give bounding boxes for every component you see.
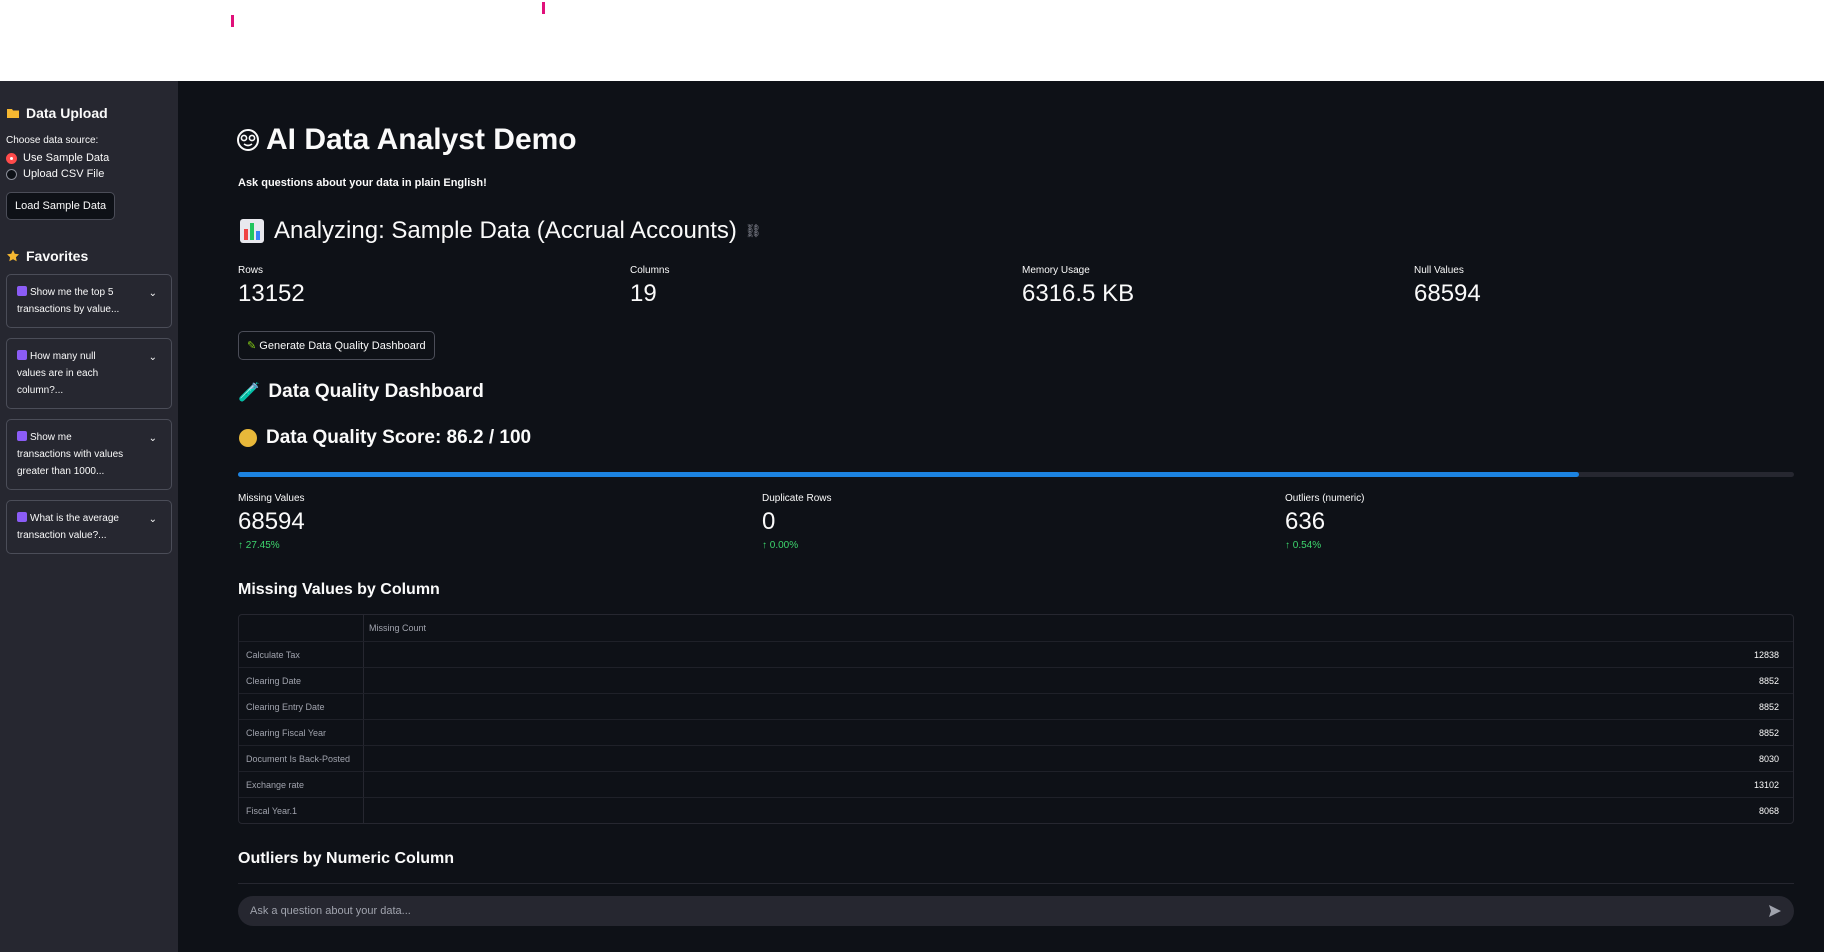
dq-score-header: Data Quality Score: 86.2 / 100 (238, 427, 531, 449)
table-row[interactable]: Clearing Entry Date 8852 (239, 693, 1793, 719)
chevron-down-icon[interactable]: ⌄ (149, 285, 157, 302)
sidebar: Data Upload Choose data source: Use Samp… (0, 81, 178, 952)
main-content: AI Data Analyst Demo Ask questions about… (178, 81, 1824, 952)
metric-columns: Columns 19 (630, 265, 670, 307)
metric-outliers: Outliers (numeric) 636 ↑ 0.54% (1285, 493, 1365, 551)
chevron-down-icon[interactable]: ⌄ (149, 511, 157, 528)
link-icon[interactable]: ⛓ (745, 223, 762, 239)
metric-rows: Rows 13152 (238, 265, 305, 307)
chat-input[interactable]: Ask a question about your data... (238, 896, 1794, 926)
dq-score-progress-bar (238, 472, 1794, 477)
column-header[interactable]: Missing Count (364, 623, 1793, 633)
data-upload-header: Data Upload (6, 105, 172, 121)
analyzing-header: Analyzing: Sample Data (Accrual Accounts… (238, 217, 761, 245)
radio-button[interactable] (6, 168, 17, 180)
folder-icon (7, 109, 19, 118)
disk-icon (17, 431, 27, 441)
metric-duplicate-rows: Duplicate Rows 0 ↑ 0.00% (762, 493, 832, 551)
generate-dashboard-button[interactable]: ✎ Generate Data Quality Dashboard (238, 331, 435, 360)
send-icon[interactable] (1768, 904, 1782, 918)
pencil-icon: ✎ (247, 340, 257, 352)
missing-values-table[interactable]: Missing Count Calculate Tax 12838 Cleari… (238, 614, 1794, 824)
missing-values-header: Missing Values by Column (238, 581, 440, 598)
table-row[interactable]: Fiscal Year.1 8068 (239, 797, 1793, 823)
radio-upload-csv[interactable]: Upload CSV File (6, 168, 172, 180)
divider (238, 883, 1794, 884)
progress-fill (238, 472, 1580, 477)
delta-indicator: ↑ 0.00% (762, 540, 799, 551)
delta-indicator: ↑ 27.45% (238, 540, 280, 551)
chat-placeholder: Ask a question about your data... (250, 905, 411, 917)
outliers-header: Outliers by Numeric Column (238, 850, 455, 867)
table-row[interactable]: Clearing Fiscal Year 8852 (239, 719, 1793, 745)
load-sample-data-button[interactable]: Load Sample Data (6, 192, 116, 220)
loading-indicator (231, 15, 234, 27)
table-row[interactable]: Exchange rate 13102 (239, 771, 1793, 797)
disk-icon (17, 286, 27, 296)
metric-null-values: Null Values 68594 (1414, 265, 1481, 307)
nerd-face-icon (237, 129, 259, 151)
disk-icon (17, 350, 27, 360)
favorites-header: Favorites (6, 248, 172, 264)
chevron-down-icon[interactable]: ⌄ (149, 349, 157, 366)
table-row[interactable]: Document Is Back-Posted 8030 (239, 745, 1793, 771)
favorite-item[interactable]: How many null values are in each column?… (6, 338, 172, 409)
source-label: Choose data source: (6, 135, 99, 146)
delta-indicator: ↑ 0.54% (1285, 540, 1322, 551)
page-title: AI Data Analyst Demo (236, 123, 577, 157)
table-row[interactable]: Calculate Tax 12838 (239, 641, 1793, 667)
metric-missing-values: Missing Values 68594 ↑ 27.45% (238, 493, 305, 551)
chevron-down-icon[interactable]: ⌄ (149, 430, 157, 447)
favorite-item[interactable]: What is the average transaction value?..… (6, 500, 172, 554)
page-subtitle: Ask questions about your data in plain E… (238, 177, 487, 189)
metric-memory: Memory Usage 6316.5 KB (1022, 265, 1135, 307)
dq-dashboard-header: 🧪 Data Quality Dashboard (238, 381, 484, 402)
yellow-circle-icon (239, 429, 257, 447)
radio-sample-data[interactable]: Use Sample Data (6, 152, 172, 164)
star-icon (7, 250, 19, 262)
test-tube-icon: 🧪 (238, 381, 261, 402)
loading-indicator (542, 2, 545, 14)
favorite-item[interactable]: Show me the top 5 transactions by value.… (6, 274, 172, 328)
table-header-row: Missing Count (239, 615, 1793, 641)
favorite-item[interactable]: Show me transactions with values greater… (6, 419, 172, 490)
radio-button[interactable] (6, 152, 17, 164)
disk-icon (17, 512, 27, 522)
table-row[interactable]: Clearing Date 8852 (239, 667, 1793, 693)
top-bar (0, 0, 1824, 81)
bar-chart-icon (240, 219, 264, 243)
